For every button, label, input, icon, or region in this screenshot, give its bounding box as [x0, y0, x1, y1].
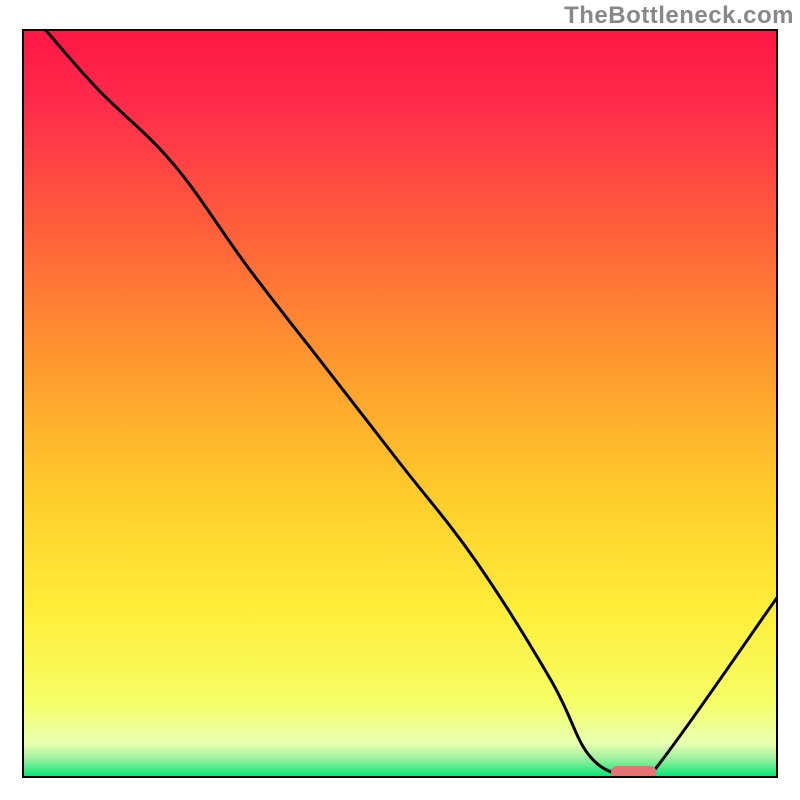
bottleneck-chart [0, 0, 800, 800]
plot-background [23, 30, 777, 777]
chart-container: TheBottleneck.com [0, 0, 800, 800]
watermark-text: TheBottleneck.com [564, 2, 794, 30]
